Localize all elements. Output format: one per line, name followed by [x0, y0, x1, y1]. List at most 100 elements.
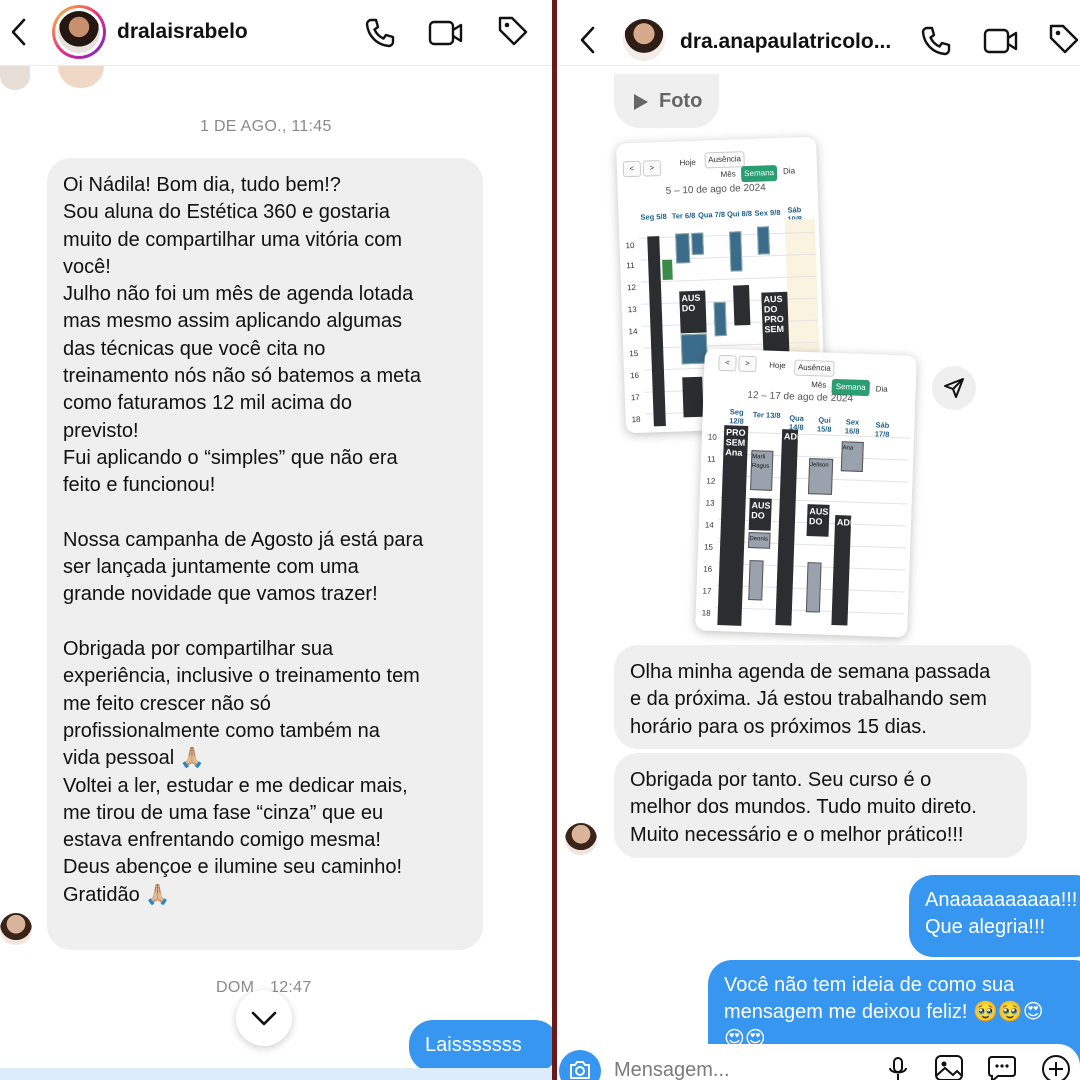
back-arrow-icon[interactable]	[577, 24, 599, 56]
outgoing-message[interactable]: Laisssssss	[409, 1020, 552, 1072]
message-line: Muito necessário e o melhor prático!!!	[630, 823, 964, 846]
nav-next-button: >	[642, 160, 662, 177]
message-line: Deus abençoe e ilumine seu caminho!	[63, 856, 403, 879]
nav-prev-button: <	[718, 354, 737, 372]
timestamp: 1 DE AGO., 11:45	[200, 118, 332, 135]
hour-label: 11	[626, 261, 635, 271]
phone-icon[interactable]	[363, 16, 397, 50]
message-line: vida pessoal 🙏🏼	[63, 747, 205, 770]
add-icon[interactable]	[1041, 1054, 1071, 1080]
day-header: Seg 5/8	[640, 211, 667, 222]
hour-label: 11	[706, 454, 716, 464]
nav-next-button: >	[738, 355, 757, 373]
calendar-event	[729, 231, 743, 272]
day-header: Ter 6/8	[671, 210, 696, 221]
calendar-event: ADPA	[775, 429, 799, 626]
calendar-event	[682, 376, 704, 418]
message-line: Oi Nádila! Bom dia, tudo bem!?	[63, 174, 341, 196]
story-ring[interactable]	[52, 5, 106, 59]
scroll-down-button[interactable]	[236, 990, 292, 1046]
message-line: Gratidão 🙏🏼	[63, 883, 171, 906]
avatar[interactable]	[623, 19, 665, 61]
message-line: feito e funcionou!	[63, 474, 216, 497]
day-header: Ter 13/8	[752, 410, 781, 421]
hour-label: 10	[625, 240, 635, 251]
message-input[interactable]: Mensagem...	[614, 1059, 730, 1080]
message-line: previsto!	[63, 419, 139, 442]
hour-label: 15	[703, 542, 714, 552]
incoming-message[interactable]: Olha minha agenda de semana passada e da …	[614, 645, 1031, 749]
chevron-down-icon	[251, 1011, 277, 1026]
message-line: Voltei a ler, estudar e me dedicar mais,	[63, 774, 408, 797]
message-line: Nossa campanha de Agosto já está para	[63, 528, 424, 551]
tag-icon[interactable]	[496, 14, 530, 48]
username[interactable]: dra.anapaulatricolo...	[680, 30, 910, 54]
message-line: profissionalmente como também na	[63, 719, 380, 742]
hour-label: 12	[626, 282, 637, 293]
hour-label: 16	[629, 370, 640, 381]
composer-bar[interactable]: Mensagem...	[557, 1044, 1080, 1080]
hour-label: 12	[706, 476, 716, 486]
sticker-icon[interactable]	[987, 1054, 1017, 1080]
calendar-event	[748, 560, 764, 601]
date-range: 5 – 10 de ago de 2024	[665, 182, 766, 197]
calendar-event: Marli Ragus	[750, 450, 774, 491]
chat-header: dralaisrabelo	[0, 0, 552, 66]
hour-label: 17	[630, 392, 640, 403]
message-line: como faturamos 12 mil acima do	[63, 392, 353, 415]
video-icon[interactable]	[983, 26, 1019, 56]
calendar-event: ADPSA	[831, 515, 852, 626]
absence-button: Ausência	[704, 151, 745, 169]
hour-label: 10	[707, 432, 717, 442]
hour-label: 18	[701, 608, 711, 618]
calendar-screenshot[interactable]: < > Hoje Ausência Mês Semana Dia 12 – 17…	[695, 348, 917, 638]
calendar-event	[662, 259, 673, 281]
phone-icon[interactable]	[919, 24, 953, 58]
calendar-event	[675, 233, 691, 264]
composer-bar[interactable]	[0, 1068, 552, 1080]
view-month: Mês	[720, 169, 736, 179]
date-range: 12 – 17 de ago de 2024	[747, 389, 854, 405]
incoming-message[interactable]: Oi Nádila! Bom dia, tudo bem!? Sou aluna …	[47, 158, 483, 950]
today-button: Hoje	[769, 360, 786, 371]
username[interactable]: dralaisrabelo	[117, 20, 337, 44]
microphone-icon[interactable]	[887, 1056, 909, 1080]
message-line: experiência, inclusive o treinamento tem	[63, 665, 420, 688]
tag-icon[interactable]	[1047, 22, 1080, 56]
previous-reaction	[58, 66, 104, 88]
calendar-event: AUS DO	[806, 504, 830, 537]
outgoing-message[interactable]: Anaaaaaaaaaa!!! Que alegria!!!	[909, 875, 1080, 957]
message-line: Você não tem ideia de como sua	[724, 974, 1015, 996]
calendar-event	[733, 285, 751, 326]
calendar-event: AUS DO	[679, 290, 707, 334]
avatar	[58, 11, 100, 53]
day-header: Sex 16/8	[844, 417, 860, 436]
message-text: Anaaaaaaaaaa!!! Que alegria!!!	[925, 887, 1080, 941]
view-day: Dia	[875, 384, 888, 394]
message-text: Obrigada por tanto. Seu curso é o melhor …	[630, 767, 1011, 849]
absence-button: Ausência	[794, 359, 835, 377]
message-line: melhor dos mundos. Tudo muito direto.	[630, 796, 977, 819]
video-icon[interactable]	[428, 18, 464, 48]
camera-icon	[570, 1061, 590, 1079]
hour-label: 17	[702, 586, 712, 596]
left-chat-pane: dralaisrabelo 1 DE AGO., 11:45 Oi Nádila…	[0, 0, 552, 1080]
camera-button[interactable]	[559, 1050, 601, 1080]
chat-header: dra.anapaulatricolo...	[557, 0, 1080, 66]
message-line: você!	[63, 255, 111, 278]
message-line: estava enfrentando comigo mesma!	[63, 829, 381, 852]
calendar-event: Dennis	[748, 532, 771, 549]
message-line: mas mesmo assim aplicando algumas	[63, 310, 403, 333]
photo-reply-chip[interactable]: Foto	[614, 74, 719, 128]
message-line: me tirou de uma fase “cinza” que eu	[63, 801, 384, 824]
day-header: Qua 7/8	[697, 209, 726, 220]
message-text: Oi Nádila! Bom dia, tudo bem!? Sou aluna …	[63, 172, 467, 909]
sender-avatar	[0, 913, 32, 945]
day-header: Seg 12/8	[729, 407, 744, 426]
back-arrow-icon[interactable]	[8, 16, 30, 48]
incoming-message[interactable]: Obrigada por tanto. Seu curso é o melhor …	[614, 753, 1027, 858]
hour-label: 16	[703, 564, 713, 574]
gallery-icon[interactable]	[934, 1054, 964, 1080]
share-button[interactable]	[932, 366, 976, 410]
hour-label: 14	[704, 520, 714, 530]
